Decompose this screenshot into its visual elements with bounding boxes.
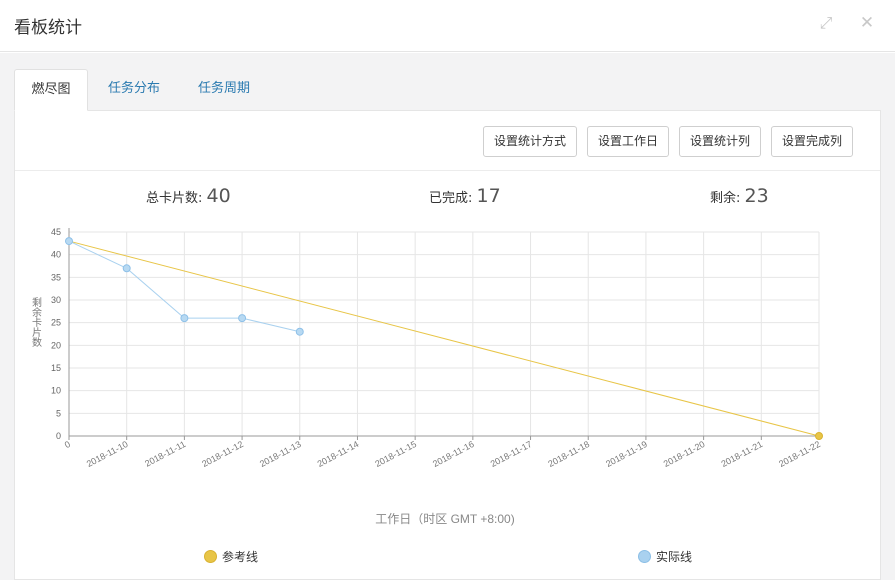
y-tick-label: 45 — [51, 227, 61, 237]
y-axis-title: 剩余卡片数 — [30, 296, 42, 348]
tab-task-cycle[interactable]: 任务周期 — [184, 69, 264, 111]
burndown-panel: 设置统计方式 设置工作日 设置统计列 设置完成列 总卡片数: 40 已完成: 1… — [14, 110, 881, 580]
legend-item-actual[interactable]: 实际线 — [638, 548, 692, 566]
actual-point — [238, 314, 247, 323]
y-tick-label: 40 — [51, 250, 61, 260]
x-tick-label: 2018-11-22 — [777, 439, 822, 469]
actual-point — [122, 264, 131, 273]
x-tick-label: 2018-11-20 — [662, 439, 707, 469]
window-title: 看板统计 — [14, 18, 82, 38]
y-tick-label: 10 — [51, 386, 61, 396]
tab-task-distribution[interactable]: 任务分布 — [92, 69, 176, 111]
expand-arrows-icon[interactable]: ⤢ — [817, 14, 835, 32]
x-tick-label: 2018-11-13 — [258, 439, 303, 469]
x-tick-label: 2018-11-18 — [546, 439, 591, 469]
actual-point — [180, 314, 189, 323]
close-icon[interactable]: ✕ — [858, 14, 876, 32]
x-tick-label: 2018-11-10 — [85, 439, 130, 469]
window-titlebar: 看板统计 ⤢ ✕ — [0, 0, 895, 52]
reference-point — [815, 432, 823, 440]
reference-line — [68, 240, 820, 437]
y-tick-label: 5 — [56, 408, 61, 418]
x-tick-label: 2018-11-15 — [373, 439, 418, 469]
burndown-chart: 0 5 10 15 20 25 30 35 40 45 0 2018-11-10 2018-11-11 2… — [30, 227, 823, 526]
y-tick-label: 25 — [51, 318, 61, 328]
x-tick-label: 2018-11-11 — [143, 439, 187, 469]
x-tick-label: 2018-11-21 — [719, 439, 764, 469]
x-tick-label: 2018-11-12 — [200, 439, 245, 469]
legend-actual-dot — [638, 550, 651, 563]
y-tick-label: 20 — [51, 340, 61, 350]
y-tick-label: 30 — [51, 295, 61, 305]
y-tick-label: 35 — [51, 272, 61, 282]
y-tick-label: 15 — [51, 363, 61, 373]
x-axis-title: 工作日（时区 GMT +8:00) — [375, 512, 514, 526]
x-tick-label: 2018-11-16 — [431, 439, 476, 469]
x-tick-label: 0 — [63, 439, 72, 450]
actual-point — [295, 327, 304, 336]
legend-actual-label: 实际线 — [656, 550, 693, 564]
actual-point — [65, 237, 73, 246]
x-tick-label: 2018-11-19 — [604, 439, 649, 469]
y-tick-label: 0 — [56, 431, 61, 441]
legend-reference-dot — [204, 550, 217, 563]
x-tick-label: 2018-11-17 — [489, 439, 534, 469]
x-tick-label: 2018-11-14 — [316, 439, 361, 469]
tab-burndown[interactable]: 燃尽图 — [14, 69, 88, 111]
legend-item-reference[interactable]: 参考线 — [204, 548, 258, 566]
legend-reference-label: 参考线 — [222, 550, 259, 564]
